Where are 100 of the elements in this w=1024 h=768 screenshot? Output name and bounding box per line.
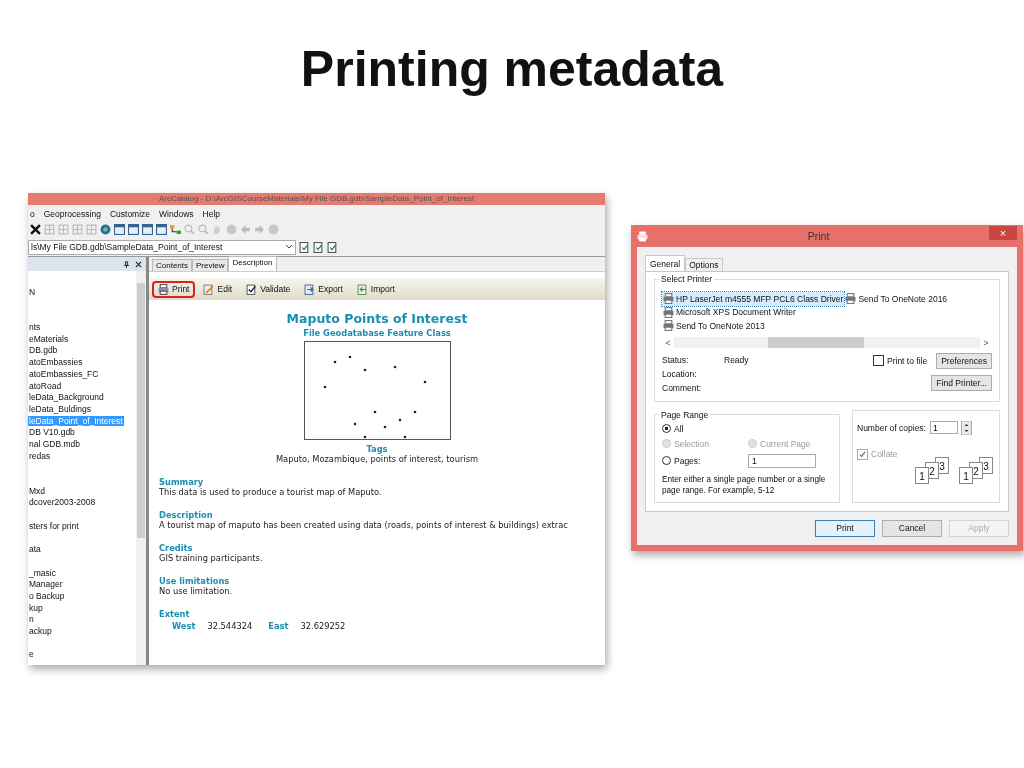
toolbar-button[interactable]: Print	[152, 280, 196, 298]
tree-item[interactable]: o Backup	[28, 590, 66, 601]
dropdown-icon[interactable]	[285, 244, 293, 250]
window-icon[interactable]	[128, 224, 139, 235]
printer-icon	[845, 293, 857, 305]
toolbar-button[interactable]: Validate	[240, 280, 297, 298]
tree-item[interactable]: nts	[28, 322, 42, 333]
connect-icon[interactable]	[170, 224, 181, 235]
dialog-button[interactable]: Print	[815, 519, 875, 537]
checkmark-icon	[246, 283, 258, 295]
tree-item[interactable]: DB.gdb	[28, 345, 59, 356]
preferences-button[interactable]: Preferences	[936, 352, 992, 369]
slide-title: Printing metadata	[299, 40, 725, 99]
tab[interactable]: Contents	[152, 259, 193, 271]
printer-icon	[663, 293, 674, 305]
window-icon[interactable]	[142, 224, 153, 235]
tab[interactable]: Preview	[192, 259, 229, 271]
menu-item[interactable]: o	[30, 209, 35, 219]
field-label: Location:	[662, 368, 698, 379]
printer-list[interactable]: HP LaserJet m4555 MFP PCL6 Class Driver Microsoft XPS Document Writer Send To OneNote 2013 Send To OneNote 2016 < >	[662, 286, 992, 349]
menu-item[interactable]: Windows	[159, 209, 194, 219]
collate-pages-drawing: 1 2 3	[915, 456, 951, 485]
tree-item[interactable]: DB V10.gdb	[28, 427, 76, 438]
close-icon[interactable]	[135, 260, 142, 268]
menu-item[interactable]: Help	[202, 209, 221, 219]
window-icon[interactable]	[114, 224, 125, 235]
group-label: Page Range	[660, 409, 710, 420]
close-button[interactable]: ×	[989, 226, 1017, 240]
pages-field[interactable]: 1	[748, 453, 816, 468]
checkbox[interactable]	[873, 355, 884, 366]
checkbox-label: Collate	[871, 449, 898, 459]
tree-item[interactable]: leData_Background	[28, 392, 105, 403]
radio-label: Selection	[674, 438, 709, 449]
field-label: Number of copies:	[857, 422, 926, 433]
printer-icon	[663, 320, 674, 332]
document-icon[interactable]	[313, 241, 324, 253]
delete-icon[interactable]	[30, 224, 41, 235]
extent-value: 32.544324	[207, 621, 253, 631]
tree-item[interactable]: redas	[28, 450, 52, 461]
radio-button[interactable]	[662, 456, 671, 465]
tree-item[interactable]: kup	[28, 602, 44, 613]
tab[interactable]: Description	[228, 256, 277, 271]
toolbar-button[interactable]: Import	[350, 280, 401, 298]
group-label: Select Printer	[660, 274, 714, 284]
tree-item[interactable]: nal GDB.mdb	[28, 438, 82, 449]
printer-icon	[663, 306, 674, 318]
field-label: Comment:	[662, 382, 703, 393]
tree-item[interactable]: n	[28, 614, 35, 625]
tree-item[interactable]: Mxd	[28, 485, 47, 496]
section-heading: Use limitations	[159, 576, 231, 586]
window-icon[interactable]	[156, 224, 167, 235]
section-heading: Credits	[159, 543, 194, 553]
tree-item[interactable]: N	[28, 287, 37, 297]
pencil-icon	[203, 283, 215, 295]
document-icon[interactable]	[327, 241, 338, 253]
radio-label: Current Page	[760, 438, 811, 449]
tree-item[interactable]: _masic	[28, 567, 57, 578]
tree-item[interactable]: dcover2003-2008	[28, 497, 97, 508]
tree-item[interactable]: sters for print	[28, 520, 80, 531]
hint-text: Enter either a single page number or a single page range. For example, 5-12	[662, 473, 827, 496]
toolbar-button[interactable]: Export	[298, 280, 349, 298]
extent-value: 32.629252	[300, 621, 346, 631]
tab[interactable]: Options	[685, 258, 723, 271]
document-icon[interactable]	[299, 241, 310, 253]
section-heading: Extent	[159, 609, 191, 619]
import-icon	[356, 283, 368, 295]
tags-text: Maputo, Mozambique, points of interest, tourism	[274, 454, 480, 464]
printer-item[interactable]: Microsoft XPS Document Writer	[662, 305, 845, 319]
section-heading: Tags	[365, 444, 389, 454]
tree-item[interactable]: atoEmbassies	[28, 357, 84, 368]
tree-item[interactable]: atoRoad	[28, 380, 63, 391]
tree-item[interactable]: e	[28, 649, 35, 660]
tree-item[interactable]: leData_Buldings	[28, 403, 92, 414]
radio-button[interactable]	[662, 424, 671, 433]
tab[interactable]: General	[645, 255, 686, 271]
tree-item[interactable]: eMaterials	[28, 333, 70, 344]
extent-label: West	[172, 621, 196, 631]
printer-item[interactable]: Send To OneNote 2013	[662, 319, 845, 333]
collate-pages-drawing: 1 2 3	[959, 456, 995, 485]
toolbar-button[interactable]: Edit	[197, 280, 239, 298]
pin-icon[interactable]	[123, 260, 130, 268]
tree-item[interactable]: atoEmbassies_FC	[28, 368, 100, 379]
menu-item[interactable]: Customize	[109, 209, 151, 219]
tree-item[interactable]: ackup	[28, 625, 53, 636]
tree-item[interactable]: Manager	[28, 579, 64, 590]
radio-label: All	[674, 423, 684, 434]
document-subtitle: File Geodatabase Feature Class	[302, 328, 452, 338]
dialog-button[interactable]: Cancel	[882, 519, 942, 537]
window-title: Print	[806, 230, 831, 242]
printer-item[interactable]: HP LaserJet m4555 MFP PCL6 Class Driver	[662, 292, 845, 306]
tree-item[interactable]: ata	[28, 544, 42, 555]
window-title: ArcCatalog - D:\ArcGISCourseMaterials\My File GDB.gdb\SampleData_Point_of_Interest	[28, 193, 605, 205]
scrollbar[interactable]	[136, 271, 146, 665]
section-heading: Summary	[159, 477, 205, 487]
find-printer-button[interactable]: Find Printer...	[931, 374, 992, 391]
printer-item[interactable]: Send To OneNote 2016	[844, 292, 949, 306]
document-title: Maputo Points of Interest	[285, 311, 469, 326]
field-label: Status:	[662, 354, 690, 365]
address-field[interactable]: ls\My File GDB.gdb\SampleData_Point_of_Interest	[28, 239, 296, 255]
menu-item[interactable]: Geoprocessing	[43, 209, 101, 219]
